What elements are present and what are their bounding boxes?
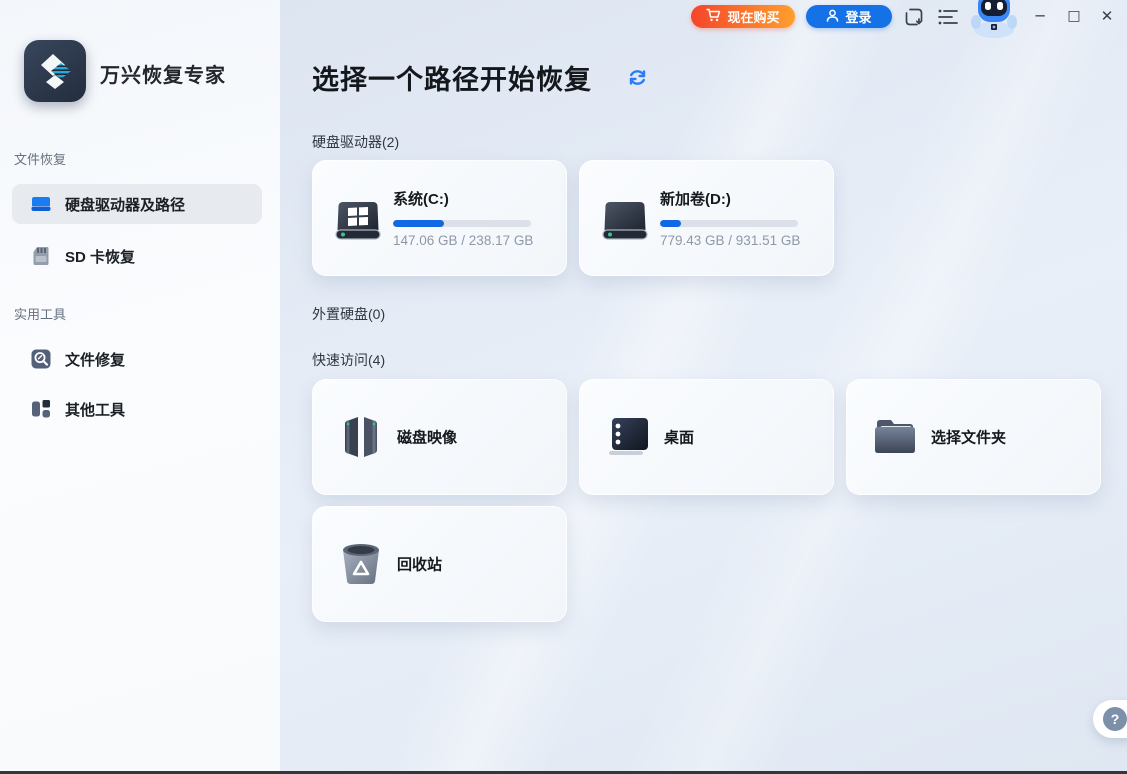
hard-drives-section-label: 硬盘驱动器(2) xyxy=(312,132,399,152)
login-button[interactable]: 登录 xyxy=(806,5,892,28)
sidebar-item-label: SD 卡恢复 xyxy=(65,246,135,267)
user-icon xyxy=(826,9,839,25)
drive-capacity: 779.43 GB / 931.51 GB xyxy=(660,233,800,248)
sd-card-icon xyxy=(30,245,52,267)
quick-access-choose-folder[interactable]: 选择文件夹 xyxy=(846,379,1101,495)
quick-access-label: 选择文件夹 xyxy=(931,427,1006,448)
page-title: 选择一个路径开始恢复 xyxy=(312,58,592,97)
drive-card-c[interactable]: 系统(C:) 147.06 GB / 238.17 GB xyxy=(312,160,567,276)
desktop-icon xyxy=(604,413,652,461)
login-label: 登录 xyxy=(845,7,871,26)
quick-access-label: 磁盘映像 xyxy=(397,427,457,448)
choose-folder-icon xyxy=(871,413,919,461)
drive-card-d[interactable]: 新加卷(D:) 779.43 GB / 931.51 GB xyxy=(579,160,834,276)
quick-access-disk-image[interactable]: 磁盘映像 xyxy=(312,379,567,495)
hard-drive-icon xyxy=(30,193,52,215)
sidebar-item-hard-drives[interactable]: 硬盘驱动器及路径 xyxy=(12,184,262,224)
quick-access-label: 回收站 xyxy=(397,554,442,575)
quick-access-desktop[interactable]: 桌面 xyxy=(579,379,834,495)
sidebar-item-other-tools[interactable]: 其他工具 xyxy=(12,389,262,429)
sidebar-item-label: 硬盘驱动器及路径 xyxy=(65,194,185,215)
drive-usage-fill xyxy=(393,220,444,227)
drive-capacity: 147.06 GB / 238.17 GB xyxy=(393,233,533,248)
sidebar-item-file-repair[interactable]: 文件修复 xyxy=(12,339,262,379)
quick-access-section-label: 快速访问(4) xyxy=(312,350,385,370)
drive-usage-fill xyxy=(660,220,681,227)
ai-assistant-icon[interactable] xyxy=(969,0,1019,33)
system-drive-icon xyxy=(335,199,381,243)
drive-usage-bar xyxy=(660,220,798,227)
refresh-icon[interactable] xyxy=(628,68,647,87)
sidebar: 万兴恢复专家 文件恢复 硬盘驱动器及路径 SD 卡恢复 实用工具 xyxy=(0,0,280,774)
transfer-icon[interactable] xyxy=(903,6,925,28)
recycle-bin-icon xyxy=(337,540,385,588)
drive-name: 新加卷(D:) xyxy=(660,188,731,209)
quick-access-label: 桌面 xyxy=(664,427,694,448)
help-icon: ? xyxy=(1103,707,1127,731)
app-logo-icon xyxy=(24,40,86,102)
sidebar-section-utilities: 实用工具 xyxy=(14,304,66,323)
other-tools-icon xyxy=(30,398,52,420)
close-button[interactable]: ✕ xyxy=(1096,4,1118,28)
drive-usage-bar xyxy=(393,220,531,227)
sidebar-section-file-recovery: 文件恢复 xyxy=(14,149,66,168)
sidebar-item-sd-card[interactable]: SD 卡恢复 xyxy=(12,236,262,276)
buy-now-label: 现在购买 xyxy=(727,7,779,26)
quick-access-recycle-bin[interactable]: 回收站 xyxy=(312,506,567,622)
maximize-button[interactable]: □ xyxy=(1063,4,1085,28)
external-drives-section-label: 外置硬盘(0) xyxy=(312,304,385,324)
file-repair-icon xyxy=(30,348,52,370)
sidebar-item-label: 其他工具 xyxy=(65,399,125,420)
cart-icon xyxy=(706,8,721,25)
sidebar-item-label: 文件修复 xyxy=(65,349,125,370)
disk-image-icon xyxy=(337,413,385,461)
drive-name: 系统(C:) xyxy=(393,188,449,209)
minimize-button[interactable]: ─ xyxy=(1029,4,1051,28)
task-list-icon[interactable] xyxy=(937,6,959,28)
help-button[interactable]: ? xyxy=(1093,700,1127,738)
buy-now-button[interactable]: 现在购买 xyxy=(691,5,795,28)
app-title: 万兴恢复专家 xyxy=(100,59,226,88)
data-drive-icon xyxy=(602,199,648,243)
